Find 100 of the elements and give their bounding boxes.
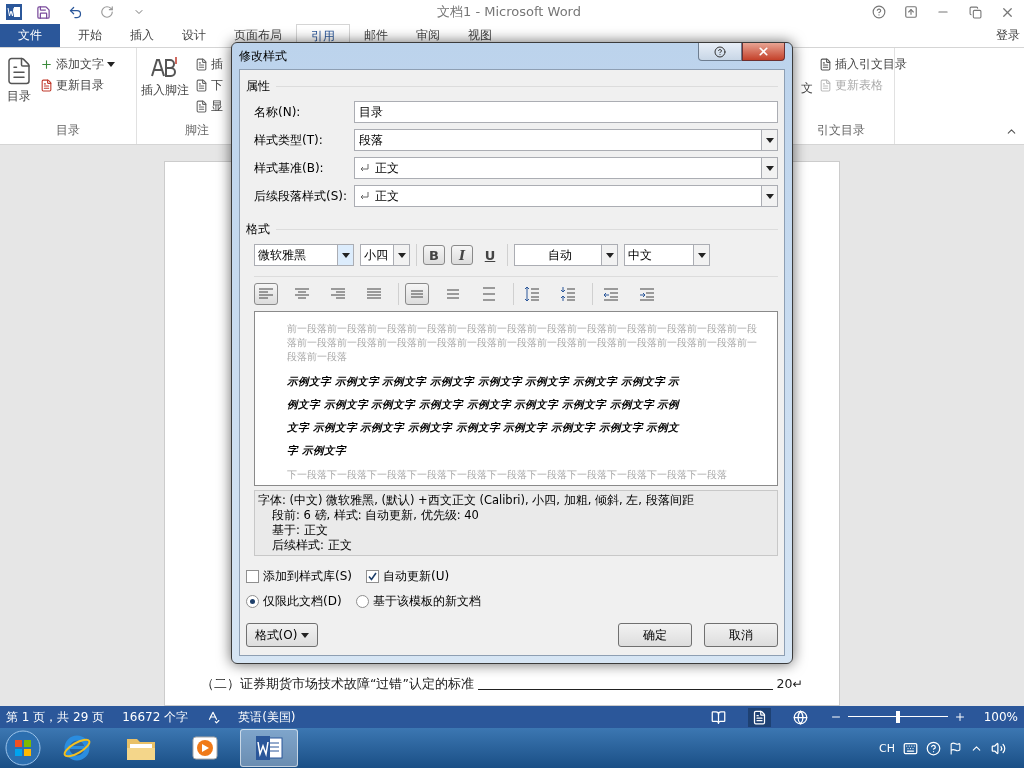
description-line: 段前: 6 磅, 样式: 自动更新, 优先级: 40 (271, 508, 480, 523)
paragraph-button[interactable] (254, 283, 278, 305)
ribbon-button[interactable]: 插 (195, 56, 223, 73)
checkbox-option[interactable]: 添加到样式库(S) (246, 568, 352, 585)
format-menu-button[interactable]: 格式(O) (246, 623, 318, 647)
document-icon (195, 100, 208, 113)
flag-icon[interactable] (949, 741, 962, 755)
file-tab[interactable]: 文件 (0, 24, 60, 47)
zoom-level: 100% (983, 710, 1018, 724)
proofing-icon[interactable] (206, 710, 221, 724)
group-label: 脚注 (183, 122, 210, 139)
document-icon (819, 79, 832, 92)
dropdown-arrow-icon (107, 62, 115, 67)
spaceup-paragraph-icon (524, 286, 540, 302)
underline-button[interactable]: U (479, 245, 501, 265)
dropdown-arrow-icon (301, 632, 310, 638)
word-logo-icon (6, 4, 22, 20)
word-count: 16672 个字 (122, 708, 189, 726)
checkbox-label: 自动更新(U) (383, 568, 450, 585)
paragraph-button[interactable] (405, 283, 429, 305)
ribbon-tab[interactable]: 设计 (168, 24, 220, 47)
taskbar-app[interactable] (240, 729, 298, 767)
input-language: CH (879, 741, 895, 755)
dropdown-arrow-icon (765, 193, 774, 199)
double-paragraph-icon (481, 286, 497, 302)
italic-button[interactable]: I (451, 245, 473, 265)
close-icon (757, 45, 770, 58)
document-icon (40, 79, 53, 92)
dropdown-arrow-icon (605, 252, 614, 258)
section-label: 属性 (246, 78, 270, 95)
outdent-paragraph-icon (603, 286, 619, 302)
media-player-icon (191, 734, 219, 762)
help-button[interactable] (698, 43, 742, 61)
sign-in-link[interactable]: 登录 (996, 27, 1024, 44)
dropdown-arrow-icon (341, 252, 350, 258)
radio-button[interactable] (355, 595, 369, 608)
input-field[interactable]: 目录 (354, 101, 778, 123)
left-paragraph-icon (258, 286, 274, 302)
page-count: 第 1 页，共 29 页 (6, 708, 105, 726)
zoom-slider-thumb[interactable] (895, 711, 900, 723)
citation-button[interactable]: 文 (791, 79, 813, 97)
center-paragraph-icon (294, 286, 310, 302)
start-button[interactable] (4, 729, 42, 767)
ribbon-tab[interactable]: 开始 (64, 24, 116, 47)
checkbox-option[interactable]: 自动更新(U) (366, 568, 450, 585)
checkbox[interactable] (366, 570, 379, 583)
volume-icon[interactable] (991, 740, 1006, 756)
field-label: 后续段落样式(S): (254, 187, 349, 205)
group-label: 目录 (55, 122, 81, 139)
dropdown-arrow-icon (697, 252, 706, 258)
checkbox[interactable] (246, 570, 259, 583)
color-dropdown[interactable]: 自动 (514, 244, 618, 266)
group-label: 引文目录 (815, 122, 866, 139)
keyboard-icon[interactable] (903, 740, 918, 756)
read-mode-icon (710, 709, 726, 725)
footnote-icon (150, 56, 180, 80)
sample-text: 示例文字 示例文字 示例文字 示例文字 示例文字 示例文字 示例文字 示例文字 示 (287, 374, 681, 389)
justify-paragraph-icon (366, 286, 382, 302)
checkbox-label: 添加到样式库(S) (263, 568, 352, 585)
dropdown-field[interactable]: 正文 (354, 185, 778, 207)
ribbon-tab[interactable]: 插入 (116, 24, 168, 47)
bold-button[interactable]: B (423, 245, 445, 265)
dropdown-arrow-icon (765, 137, 774, 143)
indent-paragraph-icon (639, 286, 655, 302)
help-icon (714, 45, 726, 58)
language-label: 英语(美国) (238, 708, 296, 726)
ribbon-button[interactable]: 插入引文目录 (819, 56, 907, 73)
dropdown-field[interactable]: 段落 (354, 129, 778, 151)
ribbon-button[interactable]: 下 (195, 77, 223, 94)
language-dropdown[interactable]: 中文 (624, 244, 710, 266)
document-icon (819, 58, 832, 71)
word-icon (254, 734, 284, 762)
browser-icon (62, 733, 92, 763)
help-icon[interactable] (926, 740, 941, 756)
toc-entry: （二）证券期货市场技术故障“过错”认定的标准 20↵ (201, 676, 803, 693)
insert-footnote-button[interactable]: 插入脚注 (141, 54, 189, 122)
dropdown-arrow-icon (397, 252, 406, 258)
window-title: 文档1 - Microsoft Word (436, 3, 582, 21)
view-button[interactable] (747, 707, 771, 727)
close-button[interactable] (742, 43, 785, 61)
radio-button[interactable] (246, 595, 259, 608)
ribbon-button[interactable]: 添加文字 (40, 56, 115, 73)
document-icon (195, 58, 208, 71)
zoom-in-icon[interactable] (953, 711, 966, 723)
right-paragraph-icon (330, 286, 346, 302)
table-of-contents-button[interactable]: 目录 (4, 54, 34, 122)
font-dropdown[interactable]: 微软雅黑 (254, 244, 354, 266)
ribbon-button[interactable]: 显 (195, 98, 223, 115)
web-layout-icon (792, 709, 808, 725)
onehalf-paragraph-icon (445, 286, 461, 302)
dialog-title: 修改样式 (239, 47, 288, 65)
print-layout-icon (751, 709, 767, 725)
cancel-button[interactable]: 取消 (704, 623, 778, 647)
radio-option[interactable]: 仅限此文档(D) (246, 593, 342, 610)
ok-button[interactable]: 确定 (618, 623, 692, 647)
size-dropdown[interactable]: 小四 (360, 244, 410, 266)
paragraph-mark-icon (359, 191, 369, 201)
ribbon-button[interactable]: 更新目录 (40, 77, 115, 94)
dropdown-field[interactable]: 正文 (354, 157, 778, 179)
plus-icon (40, 58, 53, 71)
